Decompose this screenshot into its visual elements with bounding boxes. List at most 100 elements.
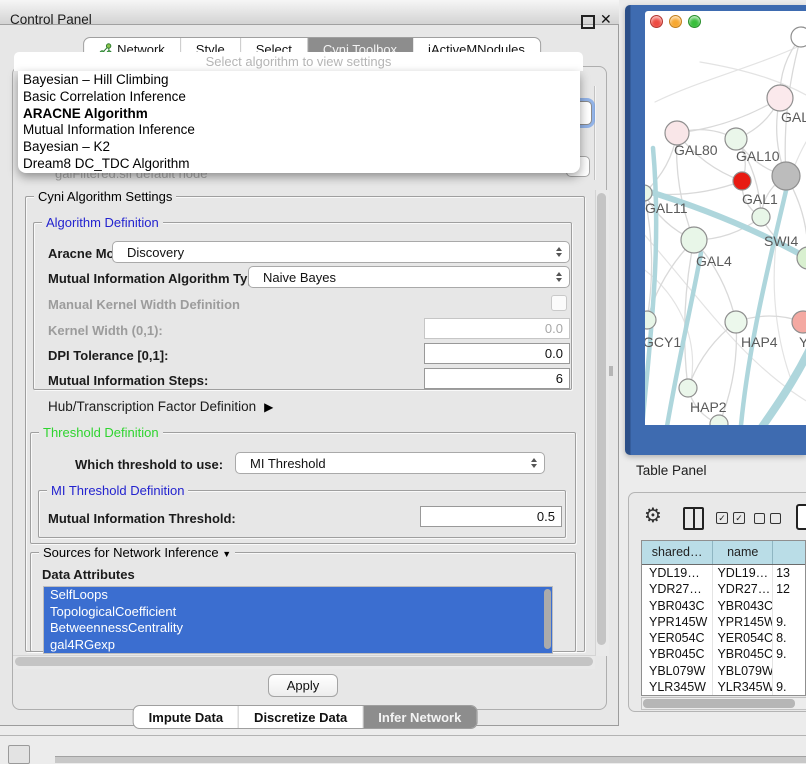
attribute-item[interactable]: TopologicalCoefficient xyxy=(44,604,552,621)
node-gal11[interactable] xyxy=(645,185,652,201)
tab-discretize-data[interactable]: Discretize Data xyxy=(239,706,363,728)
table-row[interactable]: YIL052CYIL052C0. xyxy=(642,695,805,696)
splitter-handle[interactable] xyxy=(609,366,613,376)
apply-button[interactable]: Apply xyxy=(268,674,338,697)
node-gal10[interactable] xyxy=(725,128,747,150)
sources-title-text: Sources for Network Inference xyxy=(43,545,219,560)
minimize-traffic-light[interactable] xyxy=(669,15,682,28)
algorithm-option[interactable]: Basic Correlation Inference xyxy=(18,89,580,106)
table-row[interactable]: YDL19…YDL19…13 xyxy=(642,565,805,581)
dpi-tolerance-value: 0.0 xyxy=(545,346,563,361)
node-unlabeled[interactable] xyxy=(710,415,728,425)
table-row[interactable]: YBL079WYBL079W xyxy=(642,663,805,679)
close-traffic-light[interactable] xyxy=(650,15,663,28)
stepper-arrows-icon xyxy=(531,458,537,468)
tab-infer-network[interactable]: Infer Network xyxy=(363,706,476,728)
columns-icon[interactable] xyxy=(683,507,704,530)
settings-vscrollbar-thumb[interactable] xyxy=(597,193,606,645)
table-cell: 9. xyxy=(772,646,805,662)
node-label: GAL11 xyxy=(645,200,688,216)
algorithm-option[interactable]: Bayesian – K2 xyxy=(18,139,580,156)
table-cell: YBR045C xyxy=(642,646,712,662)
data-attributes-list: SelfLoopsTopologicalCoefficientBetweenne… xyxy=(43,586,553,654)
node-label: GAL4 xyxy=(696,253,732,269)
deselect-all-checkbox-icon[interactable] xyxy=(770,513,781,524)
settings-hscrollbar-thumb[interactable] xyxy=(15,657,593,666)
mi-steps-field[interactable]: 6 xyxy=(424,368,570,389)
float-window-icon[interactable] xyxy=(581,15,595,29)
table-cell: 0. xyxy=(772,695,805,696)
table-cell: 13 xyxy=(772,565,805,581)
table-hscrollbar-thumb[interactable] xyxy=(643,699,795,708)
zoom-traffic-light[interactable] xyxy=(688,15,701,28)
column-header[interactable] xyxy=(772,541,805,564)
node-label: GAL80 xyxy=(674,142,718,158)
table-cell: YBR043C xyxy=(642,598,712,614)
threshold-definition-title: Threshold Definition xyxy=(39,425,163,440)
table-header-row: shared…name xyxy=(642,541,805,565)
document-icon-partial[interactable] xyxy=(796,504,806,530)
cyni-algorithm-settings-title: Cyni Algorithm Settings xyxy=(34,189,176,204)
bottom-divider xyxy=(0,735,806,736)
network-canvas[interactable]: GALGAL80GAL10GAL1GAL11SWI4GAL4GCY1HAP4YH… xyxy=(645,11,806,425)
attribute-item[interactable]: gal4RGexp xyxy=(44,637,552,654)
corner-button-partial[interactable] xyxy=(8,745,30,764)
node-unlabeled[interactable] xyxy=(772,162,800,190)
sources-group-title[interactable]: Sources for Network Inference ▼ xyxy=(39,545,235,562)
node-y[interactable] xyxy=(792,311,806,333)
node-unlabeled[interactable] xyxy=(733,172,751,190)
table-cell: YIL052C xyxy=(642,695,712,696)
node-label: Y xyxy=(799,334,806,350)
column-header[interactable]: shared… xyxy=(642,541,712,564)
stepper-arrows-icon xyxy=(556,272,562,282)
table-row[interactable]: YLR345WYLR345W9. xyxy=(642,679,805,695)
node-gal1[interactable] xyxy=(752,208,770,226)
attribute-item[interactable]: BetweennessCentrality xyxy=(44,620,552,637)
which-threshold-combo[interactable]: MI Threshold xyxy=(235,452,545,474)
dpi-tolerance-field[interactable]: 0.0 xyxy=(424,343,570,364)
node-unlabeled[interactable] xyxy=(791,27,806,47)
gear-icon[interactable]: ⚙ xyxy=(644,503,662,528)
table-cell: 8. xyxy=(772,630,805,646)
aracne-mode-combo[interactable]: Discovery xyxy=(112,241,570,263)
group-border-partial xyxy=(594,86,596,180)
table-row[interactable]: YBR045CYBR045C9. xyxy=(642,646,805,662)
attributes-scrollbar[interactable] xyxy=(544,589,551,649)
deselect-all-checkbox-icon[interactable] xyxy=(754,513,765,524)
algorithm-option[interactable]: Mutual Information Inference xyxy=(18,122,580,139)
manual-kernel-checkbox xyxy=(551,295,567,311)
tab-impute-data[interactable]: Impute Data xyxy=(134,706,239,728)
aracne-mode-value: Discovery xyxy=(127,245,184,260)
mi-type-combo[interactable]: Naive Bayes xyxy=(248,266,570,288)
dpi-tolerance-label: DPI Tolerance [0,1]: xyxy=(48,348,168,363)
node-gal4[interactable] xyxy=(681,227,707,253)
table-cell: YBR043C xyxy=(712,598,772,614)
node-hap4[interactable] xyxy=(725,311,747,333)
table-row[interactable]: YER054CYER054C8. xyxy=(642,630,805,646)
table-cell: YPR145W xyxy=(642,614,712,630)
node-label: GCY1 xyxy=(645,334,681,350)
mi-threshold-field[interactable]: 0.5 xyxy=(420,506,562,527)
table-row[interactable]: YPR145WYPR145W9. xyxy=(642,614,805,630)
tab-label: Impute Data xyxy=(149,710,223,725)
table-cell: YDR27… xyxy=(712,581,772,597)
table-row[interactable]: YDR27…YDR27…12 xyxy=(642,581,805,597)
close-icon[interactable]: ✕ xyxy=(600,11,612,28)
attribute-item[interactable]: SelfLoops xyxy=(44,587,552,604)
select-all-checkbox-icon[interactable]: ✓ xyxy=(733,512,745,524)
table-cell: YER054C xyxy=(642,630,712,646)
algorithm-option[interactable]: Dream8 DC_TDC Algorithm xyxy=(18,156,580,173)
table-row[interactable]: YBR043CYBR043C xyxy=(642,598,805,614)
node-hap2[interactable] xyxy=(679,379,697,397)
hub-definition-expander[interactable]: Hub/Transcription Factor Definition▶ xyxy=(48,399,273,414)
control-panel-titlebar[interactable] xyxy=(0,0,619,25)
algorithm-selector-combo[interactable]: Select algorithm to view settings xyxy=(14,52,583,71)
column-header[interactable]: name xyxy=(712,541,772,564)
algorithm-selector-placeholder: Select algorithm to view settings xyxy=(206,54,392,69)
table-panel-title: Table Panel xyxy=(636,463,707,478)
algorithm-option[interactable]: Bayesian – Hill Climbing xyxy=(18,72,580,89)
algorithm-option[interactable]: ARACNE Algorithm xyxy=(18,106,580,123)
node-gal[interactable] xyxy=(767,85,793,111)
select-all-checkbox-icon[interactable]: ✓ xyxy=(716,512,728,524)
apply-label: Apply xyxy=(287,678,320,693)
